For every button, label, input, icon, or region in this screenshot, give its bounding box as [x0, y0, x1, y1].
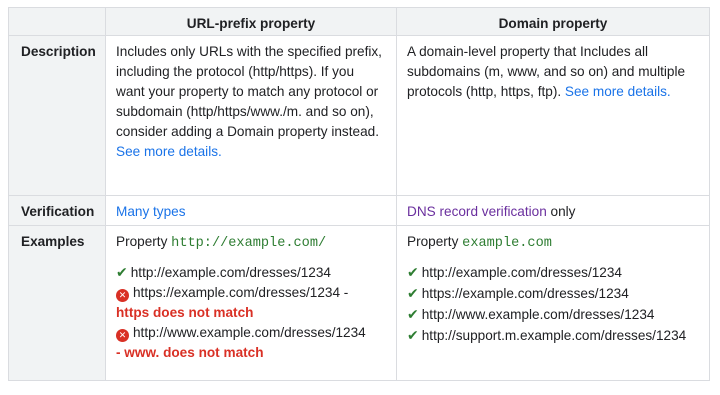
property-label: Property — [116, 234, 168, 249]
url-prefix-examples: Property http://example.com/ ✔ http://exa… — [105, 225, 397, 381]
example-item: ✔ http://example.com/dresses/1234 — [116, 262, 386, 283]
domain-see-more-link[interactable]: See more details. — [565, 84, 671, 99]
check-mark-icon: ✔ — [407, 306, 419, 322]
example-url: https://example.com/dresses/1234 — [421, 286, 629, 301]
domain-property-line: Property example.com — [407, 232, 699, 254]
url-prefix-property-line: Property http://example.com/ — [116, 232, 386, 254]
example-url: http://example.com/dresses/1234 — [421, 265, 622, 280]
comparison-table: URL-prefix property Domain property Desc… — [8, 7, 710, 381]
error-x-icon: ✕ — [116, 329, 129, 342]
mismatch-reason: https does not match — [116, 305, 254, 320]
example-item: ✔ http://example.com/dresses/1234 — [407, 262, 699, 283]
example-url: http://support.m.example.com/dresses/123… — [421, 328, 687, 343]
url-prefix-see-more-link[interactable]: See more details. — [116, 144, 222, 159]
error-x-icon: ✕ — [116, 289, 129, 302]
example-item: ✕ http://www.example.com/dresses/1234 — [116, 323, 386, 343]
example-url: http://www.example.com/dresses/1234 — [421, 307, 655, 322]
domain-description: A domain-level property that Includes al… — [396, 35, 710, 196]
row-label-examples: Examples — [8, 225, 106, 381]
check-mark-icon: ✔ — [407, 327, 419, 343]
example-url: http://example.com/dresses/1234 — [130, 265, 331, 280]
domain-examples: Property example.com ✔ http://example.com… — [396, 225, 710, 381]
row-label-description: Description — [8, 35, 106, 196]
url-prefix-header: URL-prefix property — [105, 7, 397, 36]
property-value: example.com — [462, 236, 552, 251]
header-row: URL-prefix property Domain property — [8, 7, 710, 36]
examples-row: Examples Property http://example.com/ ✔ h… — [8, 225, 710, 381]
example-item: ✔ https://example.com/dresses/1234 — [407, 283, 699, 304]
url-prefix-description-text: Includes only URLs with the specified pr… — [116, 44, 382, 139]
check-mark-icon: ✔ — [116, 264, 128, 280]
check-mark-icon: ✔ — [407, 264, 419, 280]
example-url: https://example.com/dresses/1234 - — [133, 285, 349, 300]
domain-header: Domain property — [396, 7, 710, 36]
mismatch-reason: - www. does not match — [116, 345, 264, 360]
verification-suffix: only — [550, 204, 576, 219]
url-prefix-verification: Many types — [105, 195, 397, 226]
property-value: http://example.com/ — [171, 236, 327, 251]
property-label: Property — [407, 234, 459, 249]
many-types-link[interactable]: Many types — [116, 204, 186, 219]
description-row: Description Includes only URLs with the … — [8, 35, 710, 196]
verification-row: Verification Many types DNS record verif… — [8, 195, 710, 226]
domain-verification: DNS record verification only — [396, 195, 710, 226]
dns-record-verification-link[interactable]: DNS record verification — [407, 204, 547, 219]
example-item: ✔ http://www.example.com/dresses/1234 — [407, 304, 699, 325]
example-item: ✔ http://support.m.example.com/dresses/12… — [407, 325, 699, 346]
url-prefix-description: Includes only URLs with the specified pr… — [105, 35, 397, 196]
check-mark-icon: ✔ — [407, 285, 419, 301]
row-label-verification: Verification — [8, 195, 106, 226]
example-url: http://www.example.com/dresses/1234 — [133, 325, 366, 340]
example-item: ✕ https://example.com/dresses/1234 - — [116, 283, 386, 303]
corner-header — [8, 7, 106, 36]
